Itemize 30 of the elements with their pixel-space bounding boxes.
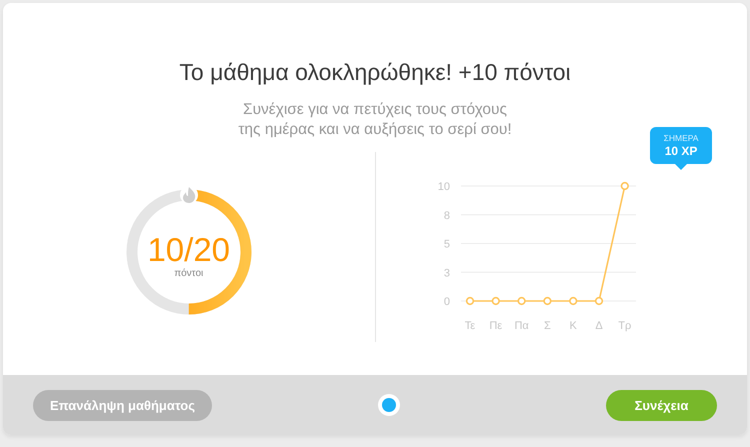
y-axis-label: 10 (438, 181, 450, 193)
continue-button[interactable]: Συνέχεια (606, 390, 717, 420)
data-point (620, 182, 630, 190)
subtitle-line: της ημέρας και να αυξήσεις το σερί σου! (238, 120, 512, 140)
x-axis-label: Τε (465, 320, 476, 332)
y-axis-label: 3 (444, 267, 450, 280)
data-point (492, 296, 500, 306)
y-axis-label: 5 (444, 238, 450, 250)
data-point (569, 296, 578, 306)
points-unit: πόντοι (174, 268, 204, 278)
x-axis-label: Δ (596, 320, 603, 332)
y-axis-label: 0 (444, 296, 450, 308)
flame-icon (180, 186, 198, 204)
tooltip-value: 10 XP (664, 144, 698, 158)
subtitle-line: Συνέχισε για να πετύχεις τους στόχους (242, 100, 508, 120)
x-axis-label: Πα (514, 320, 529, 332)
data-point (595, 296, 604, 306)
x-axis-label: Σ (544, 320, 552, 332)
x-axis-label: Τρ (618, 320, 632, 332)
lesson-complete-title: Το μάθημα ολοκληρώθηκε! +10 πόντοι (179, 58, 571, 87)
x-axis-label: Κ (570, 320, 578, 332)
points-value: 10/20 (147, 232, 230, 268)
tooltip-label: ΣΗΜΕΡΑ (664, 132, 698, 144)
data-point (466, 296, 474, 306)
review-lesson-button[interactable]: Επανάληψη μαθήματος (33, 390, 212, 420)
x-axis-label: Πε (490, 320, 502, 332)
data-point (544, 296, 552, 306)
data-point (518, 296, 526, 306)
progress-dot-icon (378, 394, 400, 416)
y-axis-label: 8 (444, 210, 450, 222)
